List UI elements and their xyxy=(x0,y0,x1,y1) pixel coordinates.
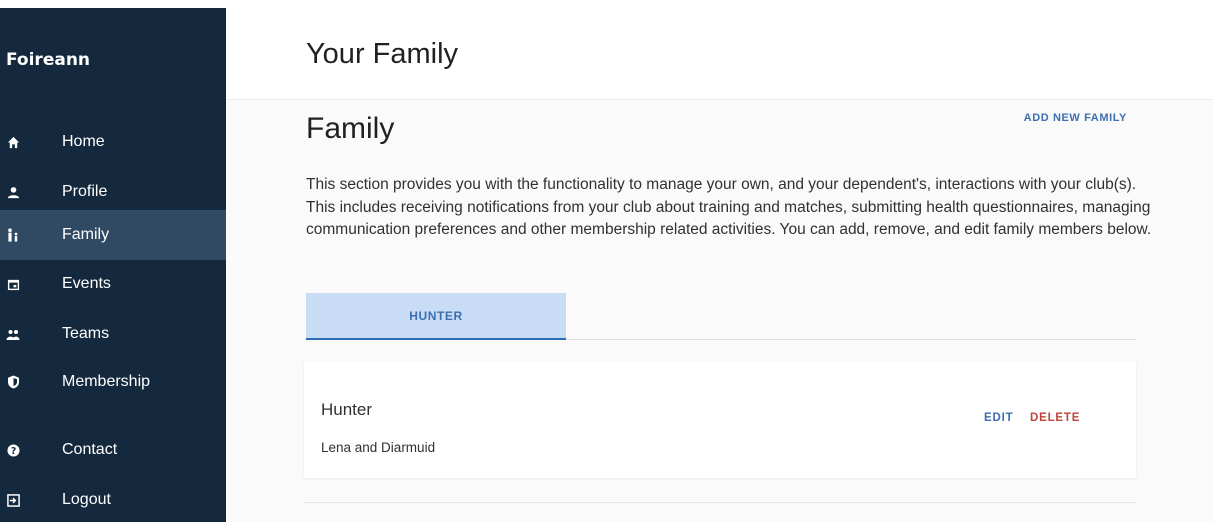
sidebar-item-label: Events xyxy=(62,275,111,292)
sidebar-item-events[interactable]: Events xyxy=(0,260,226,308)
sidebar-item-label: Home xyxy=(62,133,105,150)
person-icon xyxy=(6,185,20,199)
page-title: Your Family xyxy=(306,38,459,70)
divider xyxy=(304,502,1136,503)
logout-icon xyxy=(6,493,20,507)
family-members: Lena and Diarmuid xyxy=(321,440,436,455)
group-icon xyxy=(6,327,20,341)
sidebar-item-logout[interactable]: Logout xyxy=(0,476,226,524)
sidebar-item-teams[interactable]: Teams xyxy=(0,310,226,358)
section-description: This section provides you with the funct… xyxy=(306,176,1152,238)
sidebar-item-label: Family xyxy=(62,226,110,243)
home-icon xyxy=(6,135,20,149)
svg-text:?: ? xyxy=(10,445,15,456)
sidebar: Foireann Home Profile Family Events Team… xyxy=(0,8,226,522)
page-header: Your Family xyxy=(226,0,1213,100)
sidebar-item-label: Teams xyxy=(62,325,110,342)
sidebar-item-label: Membership xyxy=(62,373,151,390)
section-title: Family xyxy=(306,112,395,145)
delete-button[interactable]: DELETE xyxy=(1030,412,1080,424)
add-new-family-button[interactable]: ADD NEW FAMILY xyxy=(1024,112,1127,124)
family-name: Hunter xyxy=(321,400,373,419)
family-icon xyxy=(6,228,20,242)
calendar-icon xyxy=(6,277,20,291)
brand-logo: Foireann xyxy=(6,50,91,70)
sidebar-item-contact[interactable]: ? Contact xyxy=(0,426,226,474)
family-tabs: HUNTER xyxy=(306,293,1136,340)
shield-icon xyxy=(6,375,20,389)
help-icon: ? xyxy=(6,443,20,457)
sidebar-item-label: Logout xyxy=(62,491,111,508)
main-content: Family ADD NEW FAMILY This section provi… xyxy=(226,100,1213,522)
sidebar-item-family[interactable]: Family xyxy=(0,210,226,260)
sidebar-item-profile[interactable]: Profile xyxy=(0,168,226,216)
tab-hunter[interactable]: HUNTER xyxy=(306,293,566,340)
sidebar-item-label: Profile xyxy=(62,183,108,200)
sidebar-item-membership[interactable]: Membership xyxy=(0,358,226,406)
family-card: Hunter Lena and Diarmuid EDIT DELETE xyxy=(304,362,1136,478)
edit-button[interactable]: EDIT xyxy=(984,412,1013,424)
sidebar-item-label: Contact xyxy=(62,441,118,458)
sidebar-item-home[interactable]: Home xyxy=(0,118,226,166)
